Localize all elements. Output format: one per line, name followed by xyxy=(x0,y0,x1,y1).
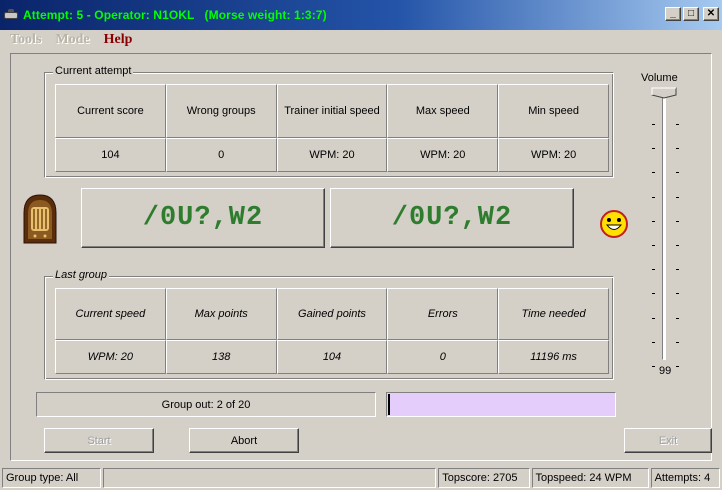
maximize-button[interactable]: □ xyxy=(683,7,699,21)
volume-value: 99 xyxy=(659,365,672,377)
volume-tick xyxy=(652,269,655,271)
volume-tick xyxy=(676,220,679,222)
status-blank xyxy=(103,468,437,488)
status-group-type: Group type: All xyxy=(2,468,102,488)
header-min-speed: Min speed xyxy=(498,84,609,138)
value-current-score: 104 xyxy=(55,138,166,172)
volume-tick xyxy=(652,196,655,198)
menu-bar: Tools Mode Help xyxy=(0,30,722,50)
header-wrong-groups: Wrong groups xyxy=(165,84,277,138)
volume-tick xyxy=(676,269,679,271)
close-button[interactable]: ✕ xyxy=(703,7,719,21)
value-time-needed: 11196 ms xyxy=(498,340,609,374)
value-errors: 0 xyxy=(387,340,499,374)
last-group-table: Current speed Max points Gained points E… xyxy=(55,288,609,374)
current-attempt-table: Current score Wrong groups Trainer initi… xyxy=(55,84,609,172)
volume-slider-thumb[interactable] xyxy=(651,87,677,99)
volume-slider-track[interactable] xyxy=(662,92,666,360)
value-max-points: 138 xyxy=(165,340,277,374)
sent-group-display: /0U?,W2 xyxy=(81,188,325,248)
status-topspeed: Topspeed: 24 WPM xyxy=(531,468,649,488)
last-group-legend: Last group xyxy=(53,269,109,281)
volume-tick xyxy=(652,172,655,174)
status-bar: Group type: All Topscore: 2705 Topspeed:… xyxy=(0,466,722,490)
volume-tick xyxy=(676,245,679,246)
volume-tick xyxy=(676,317,679,319)
value-min-speed: WPM: 20 xyxy=(498,138,609,172)
header-time-needed: Time needed xyxy=(498,288,609,340)
value-wrong-groups: 0 xyxy=(165,138,277,172)
volume-tick xyxy=(676,293,679,295)
value-max-speed: WPM: 20 xyxy=(387,138,499,172)
header-gained-points: Gained points xyxy=(276,288,388,340)
volume-tick xyxy=(652,317,655,319)
volume-tick xyxy=(652,220,655,222)
minimize-button[interactable]: _ xyxy=(665,7,681,21)
menu-help[interactable]: Help xyxy=(104,32,133,48)
current-attempt-legend: Current attempt xyxy=(53,65,134,77)
status-attempts: Attempts: 4 xyxy=(650,468,721,488)
volume-label: Volume xyxy=(641,72,678,84)
header-current-speed: Current speed xyxy=(55,288,166,340)
volume-tick xyxy=(652,366,655,367)
volume-tick xyxy=(676,196,679,198)
volume-tick xyxy=(652,124,655,125)
volume-tick xyxy=(676,124,679,125)
volume-tick xyxy=(652,245,655,246)
status-topscore: Topscore: 2705 xyxy=(438,468,530,488)
volume-tick xyxy=(676,341,679,343)
smiley-face-icon xyxy=(600,210,628,238)
window-title: Attempt: 5 - Operator: N1OKL (Morse weig… xyxy=(23,8,327,22)
volume-tick xyxy=(652,293,655,295)
volume-tick xyxy=(676,148,679,150)
menu-tools[interactable]: Tools xyxy=(10,32,41,48)
exit-button[interactable]: Exit xyxy=(624,428,712,453)
volume-tick xyxy=(652,341,655,343)
value-trainer-initial-speed: WPM: 20 xyxy=(276,138,388,172)
value-current-speed: WPM: 20 xyxy=(55,340,166,374)
menu-mode[interactable]: Mode xyxy=(55,32,89,48)
header-current-score: Current score xyxy=(55,84,166,138)
start-button[interactable]: Start xyxy=(44,428,154,453)
header-errors: Errors xyxy=(387,288,499,340)
group-out-status: Group out: 2 of 20 xyxy=(36,392,376,417)
volume-tick xyxy=(676,172,679,174)
volume-tick xyxy=(652,148,655,150)
app-morse-key-icon[interactable] xyxy=(3,9,19,21)
header-trainer-initial-speed: Trainer initial speed xyxy=(276,84,388,138)
title-bar[interactable]: Attempt: 5 - Operator: N1OKL (Morse weig… xyxy=(0,0,722,30)
value-gained-points: 104 xyxy=(276,340,388,374)
antique-radio-icon xyxy=(23,194,57,244)
received-group-display: /0U?,W2 xyxy=(330,188,574,248)
progress-caret xyxy=(388,394,614,415)
abort-button[interactable]: Abort xyxy=(189,428,299,453)
volume-tick xyxy=(676,366,679,367)
group-progress-bar xyxy=(386,392,616,417)
header-max-points: Max points xyxy=(165,288,277,340)
header-max-speed: Max speed xyxy=(387,84,499,138)
